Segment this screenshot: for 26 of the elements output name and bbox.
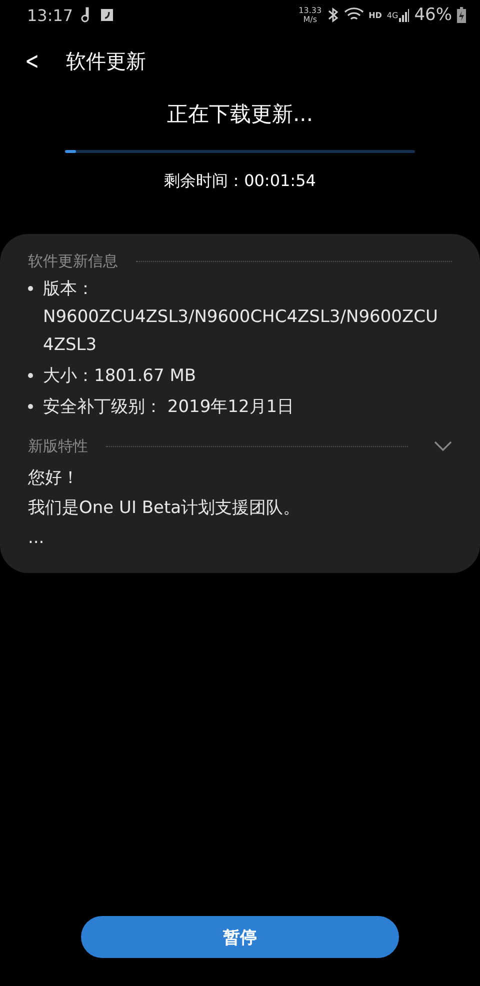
page-title: 软件更新 [66, 48, 146, 74]
battery-level: 46% [414, 5, 452, 25]
chevron-down-icon[interactable] [434, 441, 452, 451]
feature-text: ... [28, 527, 46, 550]
download-status: 正在下载更新... [166, 101, 314, 128]
hd-label: HD [368, 10, 382, 20]
signal-icon [399, 8, 410, 22]
section-heading: 新版特性 [28, 436, 88, 456]
info-text: 安全补丁级别： 2019年12月1日 [43, 396, 296, 419]
info-text: 版本：N9600ZCU4ZSL3/N9600CHC4ZSL3/N9600ZCU4ZSL3 [43, 278, 439, 357]
section-heading: 软件更新信息 [28, 252, 118, 270]
clock-time: 13:17 [27, 6, 74, 24]
back-button[interactable]: < [22, 47, 42, 75]
bullet-icon [28, 404, 33, 409]
network-type: 4G [386, 10, 398, 20]
feature-text: 您好！ [28, 467, 80, 490]
remaining-time: 剩余时间：00:01:54 [164, 171, 316, 192]
app-icon [101, 9, 114, 21]
bullet-icon [28, 286, 33, 291]
bullet-icon [28, 373, 33, 378]
feature-text: 我们是One UI Beta计划支援团队。 [28, 497, 302, 520]
battery-icon [457, 7, 466, 23]
info-text: 大小：1801.67 MB [43, 365, 198, 388]
pause-button[interactable]: 暂停 [81, 916, 399, 958]
bluetooth-icon [326, 7, 339, 23]
network-speed: 13.33 M/s [298, 6, 322, 24]
